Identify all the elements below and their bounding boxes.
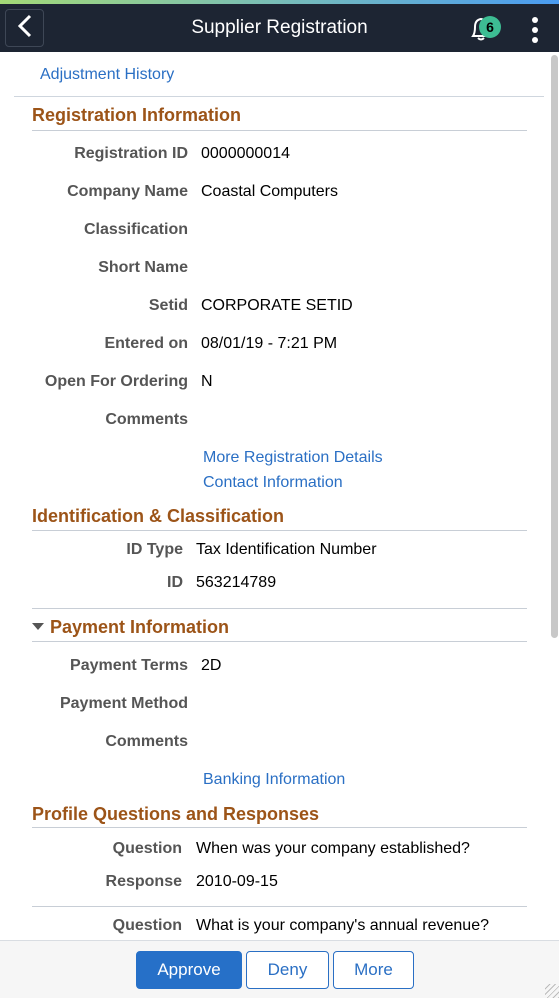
section-divider [32, 608, 527, 609]
vertical-scrollbar[interactable] [551, 55, 558, 638]
field-company-name: Company Name Coastal Computers [0, 183, 548, 203]
banking-information-link[interactable]: Banking Information [203, 771, 345, 789]
field-open-for-ordering: Open For Ordering N [0, 373, 548, 393]
actions-menu-button[interactable] [524, 13, 546, 47]
field-label: Registration ID [74, 145, 188, 162]
resize-grip-icon[interactable] [545, 984, 559, 998]
field-label: Payment Method [59, 695, 188, 712]
field-value: 563214789 [196, 574, 277, 591]
field-comments: Comments [0, 411, 548, 431]
section-divider [32, 130, 527, 131]
contact-information-link[interactable]: Contact Information [203, 474, 343, 492]
profile-question-row: Question What is your company's annual r… [0, 917, 548, 937]
action-footer: Approve Deny More [0, 940, 559, 998]
response-text: 2010-09-15 [196, 873, 278, 890]
field-classification: Classification [0, 221, 548, 241]
field-value: 08/01/19 - 7:21 PM [201, 335, 338, 352]
question-label: Question [112, 917, 182, 934]
section-title-profile: Profile Questions and Responses [32, 804, 320, 824]
field-payment-terms: Payment Terms 2D [0, 657, 548, 677]
deny-button[interactable]: Deny [246, 951, 329, 989]
section-divider [32, 641, 527, 642]
kebab-dot [532, 37, 538, 43]
field-id: ID 563214789 [0, 574, 548, 594]
adjustment-history-link[interactable]: Adjustment History [40, 66, 174, 84]
section-title-payment: Payment Information [50, 617, 230, 637]
section-title-identification: Identification & Classification [32, 506, 285, 526]
field-label: Short Name [98, 259, 188, 276]
field-value: Tax Identification Number [196, 541, 377, 558]
field-registration-id: Registration ID 0000000014 [0, 145, 548, 165]
field-label: ID Type [126, 541, 183, 558]
field-label: Entered on [104, 335, 188, 352]
more-button[interactable]: More [333, 951, 414, 989]
profile-question-row: Question When was your company establish… [0, 840, 548, 860]
field-value: 2D [201, 657, 222, 674]
field-setid: Setid CORPORATE SETID [0, 297, 548, 317]
notification-badge: 6 [479, 16, 501, 38]
field-label: ID [167, 574, 183, 591]
question-text: What is your company's annual revenue? [196, 917, 489, 934]
field-label: Comments [105, 733, 188, 750]
app-header: Supplier Registration 6 [0, 4, 559, 52]
more-registration-details-link[interactable]: More Registration Details [203, 449, 383, 467]
divider [14, 96, 544, 97]
section-divider [32, 530, 527, 531]
approve-button[interactable]: Approve [136, 951, 242, 989]
caret-down-icon [32, 622, 44, 630]
profile-response-row: Response 2010-09-15 [0, 873, 548, 893]
field-value: N [201, 373, 213, 390]
field-label: Setid [148, 297, 188, 314]
chevron-left-icon [17, 14, 33, 43]
response-label: Response [105, 873, 182, 890]
back-button[interactable] [5, 9, 44, 47]
section-divider [32, 827, 527, 828]
field-value: 0000000014 [201, 145, 290, 162]
field-label: Comments [105, 411, 188, 428]
field-short-name: Short Name [0, 259, 548, 279]
section-title-registration: Registration Information [32, 105, 242, 125]
field-value: CORPORATE SETID [201, 297, 353, 314]
payment-section-toggle[interactable]: Payment Information [32, 617, 229, 638]
field-payment-comments: Comments [0, 733, 548, 753]
field-value: Coastal Computers [201, 183, 338, 200]
kebab-dot [532, 17, 538, 23]
field-entered-on: Entered on 08/01/19 - 7:21 PM [0, 335, 548, 355]
field-label: Classification [83, 221, 188, 238]
main-content: Adjustment History Registration Informat… [0, 52, 548, 940]
field-payment-method: Payment Method [0, 695, 548, 715]
question-label: Question [112, 840, 182, 857]
field-label: Company Name [67, 183, 188, 200]
kebab-dot [532, 27, 538, 33]
item-divider [32, 906, 527, 907]
field-label: Payment Terms [70, 657, 188, 674]
question-text: When was your company established? [196, 840, 470, 857]
field-id-type: ID Type Tax Identification Number [0, 541, 548, 561]
field-label: Open For Ordering [44, 373, 188, 390]
